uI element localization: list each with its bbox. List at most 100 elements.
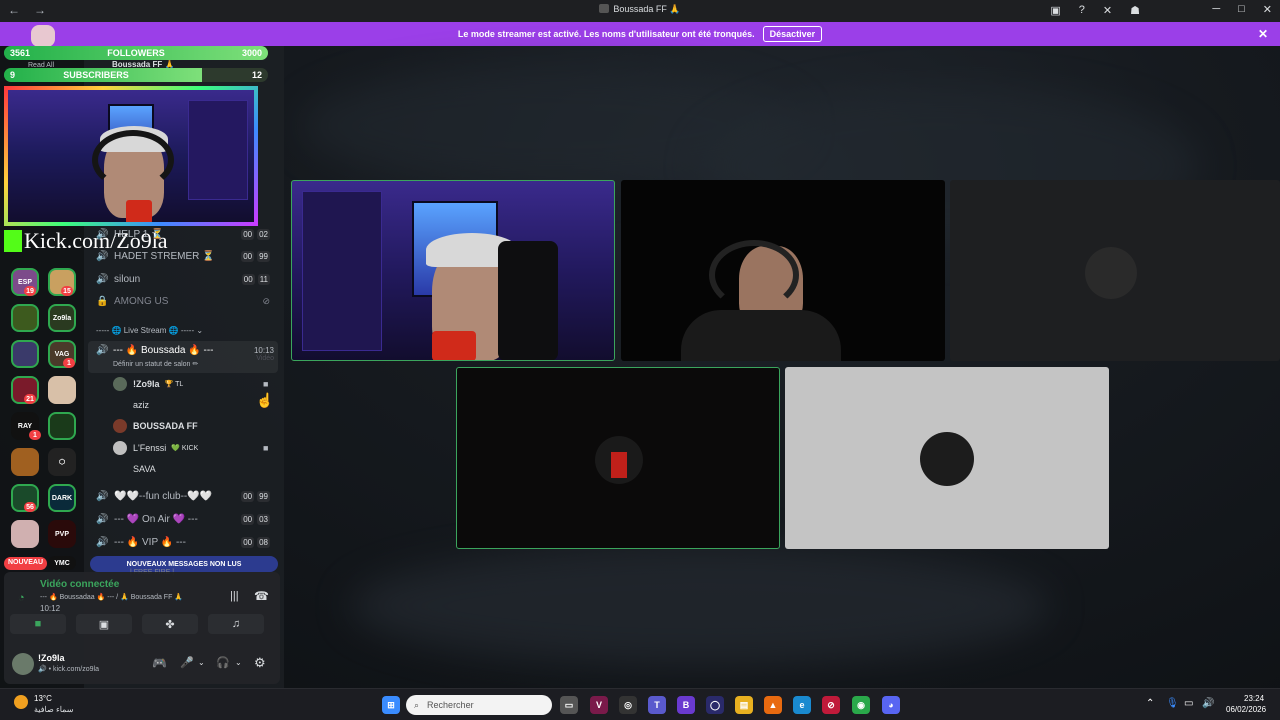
tools-icon[interactable]: ✕ — [1103, 4, 1112, 17]
voice-user[interactable]: BOUSSADA FF — [113, 419, 198, 433]
microphone-graphic — [126, 200, 152, 222]
speaker-icon: 🔊 — [96, 536, 109, 548]
app-icon[interactable]: ◎ — [619, 696, 637, 714]
network-icon[interactable]: ▭ — [1184, 698, 1193, 709]
app-icon[interactable]: ⊘ — [822, 696, 840, 714]
task-view-icon[interactable]: ▭ — [560, 696, 578, 714]
clock-time[interactable]: 23:24 — [1244, 694, 1264, 703]
user-tag: 🏆 TL — [164, 381, 184, 388]
noise-suppression-icon[interactable]: ||| — [230, 590, 239, 602]
server-label: Zo9la — [52, 314, 72, 322]
teams-icon[interactable]: T — [648, 696, 666, 714]
volume-icon[interactable]: 🔊 — [1202, 698, 1214, 709]
maximize-icon[interactable]: □ — [1238, 3, 1245, 16]
active-voice-channel[interactable]: 🔊 --- 🔥 Boussada 🔥 --- 10:13 Définir un … — [88, 341, 278, 373]
server-icon[interactable] — [11, 340, 39, 368]
inbox-icon[interactable]: ▣ — [1050, 4, 1060, 17]
microphone-tray-icon[interactable]: 🎙 — [1166, 698, 1179, 709]
voice-channel[interactable]: 🔊 --- 🔥 VIP 🔥 --- 00 08 — [96, 533, 276, 551]
server-icon[interactable] — [11, 520, 39, 548]
user-name: !Zo9la — [133, 379, 160, 389]
server-icon[interactable] — [48, 376, 76, 404]
voice-channel-locked[interactable]: 🔒 AMONG US ⊘ — [96, 292, 276, 310]
server-icon[interactable] — [11, 304, 39, 332]
windows-start-icon[interactable]: ⊞ — [382, 696, 400, 714]
user-avatar[interactable] — [12, 653, 34, 675]
voice-user[interactable]: aziz — [113, 398, 149, 412]
title-bar: ← → Boussada FF 🙏 ▣ ? ✕ ☗ ─ □ ✕ — [0, 0, 1280, 22]
server-icon[interactable]: YMC — [48, 556, 76, 570]
server-label: DARK — [51, 494, 73, 502]
speaker-active-icon: 🔊 — [96, 345, 109, 356]
video-tile-avatar[interactable] — [785, 367, 1109, 549]
new-badge[interactable]: NOUVEAU — [4, 557, 48, 570]
new-unread-messages-button[interactable]: NOUVEAUX MESSAGES NON LUS — [90, 556, 278, 572]
channel-status[interactable]: Définir un statut de salon ✏ — [113, 360, 198, 368]
user-avatar-top[interactable] — [31, 25, 55, 47]
channel-name: --- 🔥 Boussada 🔥 --- — [113, 345, 214, 356]
voice-status[interactable]: Vidéo connectée — [40, 579, 119, 590]
app-icon[interactable]: ◯ — [706, 696, 724, 714]
category-header[interactable]: ----- 🌐 Live Stream 🌐 ----- ⌄ — [96, 326, 203, 335]
server-icon[interactable]: ⬡ — [48, 448, 76, 476]
channel-user-count: 00 99 — [241, 250, 270, 262]
discord-icon[interactable]: ◕ — [882, 696, 900, 714]
app-icon[interactable]: ▲ — [764, 696, 782, 714]
voice-channel[interactable]: 🔊 siloun 00 11 — [96, 270, 276, 288]
voice-channel[interactable]: 🔊 🤍🤍--fun club--🤍🤍 00 99 — [96, 487, 276, 505]
voice-user[interactable]: L'Fenssi 💚 KICK — [113, 441, 198, 455]
voice-user[interactable]: !Zo9la 🏆 TL — [113, 377, 183, 391]
user-panel: !Zo9la 🔊 • kick.com/zo9la 🎮 🎤 ⌄ 🎧 ⌄ ⚙ — [4, 648, 280, 684]
mention-badge: 1 — [29, 430, 41, 440]
video-tile-avatar-speaking[interactable] — [456, 367, 780, 549]
disconnect-icon[interactable]: ☎ — [254, 589, 269, 603]
settings-gear-icon[interactable]: ⚙ — [254, 655, 266, 671]
voice-channel[interactable]: 🔊 --- 💜 On Air 💜 --- 00 03 — [96, 510, 276, 528]
chevron-down-icon[interactable]: ⌄ — [235, 658, 242, 667]
bug-icon[interactable]: ☗ — [1130, 4, 1140, 17]
server-icon[interactable]: DARK — [48, 484, 76, 512]
server-icon[interactable]: PVP — [48, 520, 76, 548]
participant-avatar — [920, 432, 974, 486]
video-tile-participant[interactable] — [621, 180, 945, 361]
video-tile-avatar[interactable] — [950, 180, 1280, 361]
disable-streamer-mode-button[interactable]: Désactiver — [762, 26, 823, 42]
edge-icon[interactable]: e — [793, 696, 811, 714]
voice-channel[interactable]: 🔊 HADET STREMER ⏳ 00 99 — [96, 247, 276, 265]
gamepad-icon[interactable]: 🎮 — [152, 656, 167, 670]
chrome-icon[interactable]: ◉ — [852, 696, 870, 714]
server-icon[interactable]: Zo9la — [48, 304, 76, 332]
background-cloud — [350, 546, 1050, 666]
minimize-icon[interactable]: ─ — [1212, 3, 1220, 16]
user-name[interactable]: !Zo9la — [38, 653, 65, 663]
voice-channel[interactable]: 🔊 HELP 1 ⏳ 00 02 — [96, 225, 276, 243]
microphone-icon[interactable]: 🎤 — [180, 656, 194, 669]
channel-name: --- 🔥 VIP 🔥 --- — [114, 536, 186, 548]
close-icon[interactable]: ✕ — [1258, 27, 1268, 41]
chevron-up-icon[interactable]: ⌃ — [1146, 698, 1154, 709]
voice-channel-path[interactable]: --- 🔥 Boussadaa 🔥 --- / 🙏 Boussada FF 🙏 — [40, 593, 183, 601]
camera-button[interactable]: ■ — [10, 614, 66, 634]
clock-date[interactable]: 06/02/2026 — [1226, 705, 1266, 714]
voice-user[interactable]: SAVA — [113, 462, 156, 476]
server-label: RAY — [17, 422, 33, 430]
count-current: 00 — [241, 228, 255, 240]
app-icon[interactable]: B — [677, 696, 695, 714]
close-window-icon[interactable]: ✕ — [1263, 3, 1272, 16]
participant-avatar — [1085, 247, 1137, 299]
activities-button[interactable]: ✤ — [142, 614, 198, 634]
server-icon[interactable] — [11, 448, 39, 476]
screen-share-button[interactable]: ▣ — [76, 614, 132, 634]
help-icon[interactable]: ? — [1079, 4, 1085, 17]
file-explorer-icon[interactable]: ▤ — [735, 696, 753, 714]
headphones-icon[interactable]: 🎧 — [216, 656, 230, 669]
taskbar-search[interactable]: ⌕ Rechercher — [406, 695, 552, 715]
activities-icon: ✤ — [165, 618, 175, 631]
chevron-down-icon[interactable]: ⌄ — [198, 658, 205, 667]
count-current: 00 — [241, 490, 255, 502]
server-icon[interactable] — [48, 412, 76, 440]
soundboard-button[interactable]: ♫ — [208, 614, 264, 634]
video-tile-streamer[interactable] — [291, 180, 615, 361]
app-icon[interactable]: V — [590, 696, 608, 714]
signal-icon: ◔ — [18, 592, 25, 604]
